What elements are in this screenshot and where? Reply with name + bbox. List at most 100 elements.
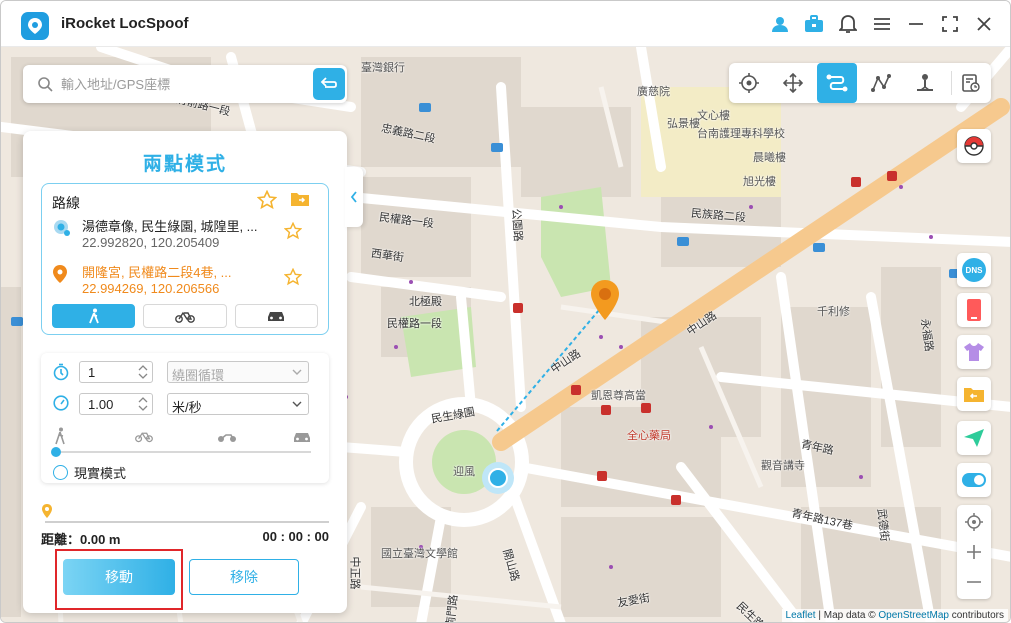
destination-coord: 22.994269, 120.206566 xyxy=(82,281,220,296)
device-button[interactable] xyxy=(957,293,991,327)
jump-teleport-button[interactable] xyxy=(905,63,945,103)
dns-button[interactable]: DNS xyxy=(957,253,991,287)
collapse-panel-button[interactable] xyxy=(345,167,363,227)
leaflet-link[interactable]: Leaflet xyxy=(786,610,816,621)
zoom-controls xyxy=(957,505,991,599)
walking-speed-icon[interactable] xyxy=(53,427,67,445)
bike-mode-tab[interactable] xyxy=(143,304,227,328)
history-button[interactable] xyxy=(951,63,991,103)
joystick-mode-button[interactable] xyxy=(773,63,813,103)
map-poi: 旭光樓 xyxy=(743,176,776,188)
destination-location[interactable]: 開隆宮, 民權路二段4巷, ... 22.994269, 120.206566 xyxy=(52,260,322,300)
search-bar xyxy=(23,65,347,103)
distance-label: 距離：0.00 m xyxy=(41,532,121,547)
speed-unit-select[interactable]: 米/秒 xyxy=(167,393,309,415)
title-bar: iRocket LocSpoof xyxy=(1,1,1010,47)
map-label: 公園路 xyxy=(509,208,524,242)
pokeball-icon xyxy=(964,136,984,156)
user-icon[interactable] xyxy=(770,12,790,36)
send-button[interactable] xyxy=(957,421,991,455)
multi-spot-mode-button[interactable] xyxy=(861,63,901,103)
repeat-count-input[interactable] xyxy=(88,364,132,380)
svg-text:DNS: DNS xyxy=(966,266,984,275)
stepper-arrows-icon[interactable] xyxy=(137,364,149,380)
history-icon xyxy=(962,74,980,92)
skin-button[interactable] xyxy=(957,335,991,369)
map-poi: 觀音講寺 xyxy=(761,460,805,472)
fullscreen-icon[interactable] xyxy=(940,12,960,36)
osm-link[interactable]: OpenStreetMap xyxy=(878,610,949,621)
chevron-left-icon xyxy=(350,191,357,203)
teleport-mode-button[interactable] xyxy=(729,63,769,103)
map-poi: 國立臺灣文學館 xyxy=(381,548,458,560)
app-window: iRocket LocSpoof 民權路一段 中山路 公園路 開山路 青年路 民… xyxy=(0,0,1011,623)
motorbike-speed-icon[interactable] xyxy=(217,431,237,443)
map-poi: 臺灣銀行 xyxy=(361,62,405,74)
start-location-coord: 22.992820, 120.205409 xyxy=(82,235,220,250)
speed-preset-icons xyxy=(53,427,311,445)
speed-stepper[interactable] xyxy=(79,393,153,415)
car-mode-tab[interactable] xyxy=(234,304,318,328)
speed-slider-handle[interactable] xyxy=(51,447,61,457)
import-button[interactable] xyxy=(957,377,991,411)
loop-mode-value: 繞圈循環 xyxy=(172,368,225,383)
mode-toolbar xyxy=(729,63,991,103)
enter-arrow-icon xyxy=(320,77,337,88)
realistic-mode-option[interactable]: 現實模式 xyxy=(53,463,126,482)
walking-icon xyxy=(88,308,99,324)
remove-button[interactable]: 移除 xyxy=(189,559,299,595)
locate-me-button[interactable] xyxy=(957,507,991,537)
map-label: 民權路一段 xyxy=(387,318,442,330)
destination-pin-small-icon xyxy=(52,264,68,289)
phone-icon xyxy=(967,299,981,321)
repeat-count-stepper[interactable] xyxy=(79,361,153,383)
route-card: 路線 湯德章像, 民生綠園, 城隍里, ... 22.992820, 120.2… xyxy=(41,183,329,335)
realistic-mode-radio[interactable] xyxy=(53,465,68,480)
two-spot-mode-button[interactable] xyxy=(817,63,857,103)
search-input[interactable] xyxy=(61,73,291,95)
menu-icon[interactable] xyxy=(872,12,892,36)
loop-mode-select[interactable]: 繞圈循環 xyxy=(167,361,309,383)
pokeball-button[interactable] xyxy=(957,129,991,163)
search-go-button[interactable] xyxy=(313,68,345,100)
search-icon xyxy=(37,76,53,97)
zoom-out-button[interactable] xyxy=(957,567,991,597)
map-label: 武德街 xyxy=(874,508,891,543)
map-poi: 廣慈院 xyxy=(637,86,670,98)
map-label: 北極殿 xyxy=(409,296,442,308)
attribution-sep: | Map data © xyxy=(815,610,879,621)
elapsed-time: 00 : 00 : 00 xyxy=(262,529,330,544)
destination-name: 開隆宮, 民權路二段4巷, ... xyxy=(82,265,232,280)
stepper-arrows-icon[interactable] xyxy=(137,396,149,412)
destination-pin-icon[interactable] xyxy=(589,279,621,326)
crosshair-icon xyxy=(739,73,759,93)
toggle-icon xyxy=(962,473,986,487)
cycling-speed-icon[interactable] xyxy=(135,429,153,443)
favorite-start-star-icon[interactable] xyxy=(283,221,303,245)
current-location-icon[interactable] xyxy=(481,461,515,500)
import-route-folder-icon[interactable] xyxy=(290,190,310,213)
dns-icon: DNS xyxy=(962,258,986,282)
speed-input[interactable] xyxy=(88,396,132,412)
zoom-in-button[interactable] xyxy=(957,537,991,567)
walk-mode-tab[interactable] xyxy=(52,304,136,328)
car-speed-icon[interactable] xyxy=(293,431,311,443)
map-poi: 全心藥局 xyxy=(627,430,671,442)
minus-icon xyxy=(967,581,981,583)
map-label: 中正路 xyxy=(348,556,361,590)
toolbox-icon[interactable] xyxy=(804,12,824,36)
map-label: 南門路 xyxy=(444,594,461,623)
start-location[interactable]: 湯德章像, 民生綠園, 城隍里, ... 22.992820, 120.2054… xyxy=(52,214,322,254)
route-icon xyxy=(826,74,848,92)
close-icon[interactable] xyxy=(974,12,994,36)
bell-icon[interactable] xyxy=(838,12,858,36)
favorite-destination-star-icon[interactable] xyxy=(283,267,303,291)
attribution-tail: contributors xyxy=(948,610,1004,621)
speed-slider-track[interactable] xyxy=(55,451,311,453)
minimize-icon[interactable] xyxy=(906,12,926,36)
toggle-button[interactable] xyxy=(957,463,991,497)
move-button[interactable]: 移動 xyxy=(63,559,175,595)
save-route-star-icon[interactable] xyxy=(256,189,278,215)
person-pin-icon xyxy=(917,74,933,91)
route-title: 路線 xyxy=(52,195,80,211)
